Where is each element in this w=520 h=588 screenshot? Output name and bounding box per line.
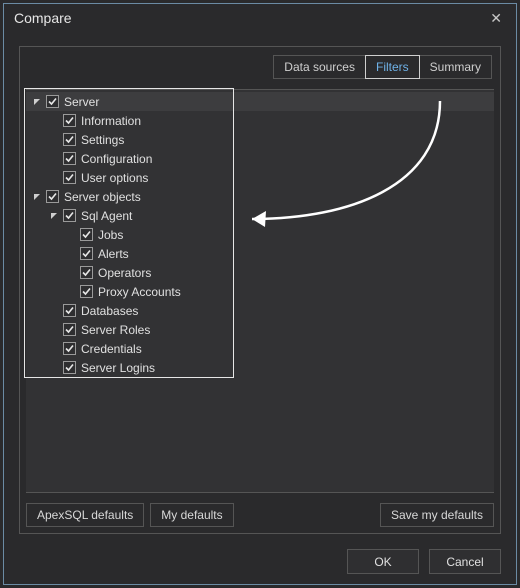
tree-expand-icon[interactable] xyxy=(32,192,42,202)
tree-item-label: Settings xyxy=(81,133,124,147)
tree-item[interactable]: Operators xyxy=(26,263,494,282)
tree-item[interactable]: Server xyxy=(26,92,494,111)
tree-checkbox[interactable] xyxy=(63,323,76,336)
tree-item[interactable]: Proxy Accounts xyxy=(26,282,494,301)
tree-item[interactable]: Sql Agent xyxy=(26,206,494,225)
tree-item[interactable]: Server objects xyxy=(26,187,494,206)
tree-item-label: Sql Agent xyxy=(81,209,132,223)
tree-toggle-spacer xyxy=(49,154,59,164)
tree-item-label: Proxy Accounts xyxy=(98,285,181,299)
tree-item[interactable]: Databases xyxy=(26,301,494,320)
tree-item-label: Configuration xyxy=(81,152,152,166)
tree-checkbox[interactable] xyxy=(80,285,93,298)
tree-item[interactable]: Information xyxy=(26,111,494,130)
tree-expand-icon[interactable] xyxy=(49,211,59,221)
titlebar: Compare ✕ xyxy=(4,4,516,32)
tree-expand-icon[interactable] xyxy=(32,97,42,107)
defaults-button-row: ApexSQL defaults My defaults Save my def… xyxy=(26,503,494,527)
tree-item-label: User options xyxy=(81,171,148,185)
tree-item-label: Databases xyxy=(81,304,138,318)
tree-checkbox[interactable] xyxy=(63,361,76,374)
tree-toggle-spacer xyxy=(66,287,76,297)
tree-checkbox[interactable] xyxy=(63,304,76,317)
tree-toggle-spacer xyxy=(66,249,76,259)
tree-toggle-spacer xyxy=(49,306,59,316)
window-title: Compare xyxy=(14,10,72,26)
close-icon[interactable]: ✕ xyxy=(484,8,508,29)
tab-strip: Data sourcesFiltersSummary xyxy=(20,47,500,85)
tree-checkbox[interactable] xyxy=(63,152,76,165)
tree-item-label: Jobs xyxy=(98,228,123,242)
tree-item[interactable]: Jobs xyxy=(26,225,494,244)
dialog-window: Compare ✕ Data sourcesFiltersSummary Ser… xyxy=(3,3,517,585)
tree-checkbox[interactable] xyxy=(63,114,76,127)
tree-checkbox[interactable] xyxy=(63,209,76,222)
tree-toggle-spacer xyxy=(49,363,59,373)
tree-item-label: Server Roles xyxy=(81,323,150,337)
tree-item[interactable]: Server Logins xyxy=(26,358,494,377)
dialog-footer: OK Cancel xyxy=(4,549,501,574)
filter-tree: Server Information Settings Configuration Us… xyxy=(26,92,494,377)
tree-toggle-spacer xyxy=(49,344,59,354)
tree-checkbox[interactable] xyxy=(63,133,76,146)
tree-item-label: Server xyxy=(64,95,99,109)
save-my-defaults-button[interactable]: Save my defaults xyxy=(380,503,494,527)
tab-filters[interactable]: Filters xyxy=(365,55,420,79)
tree-item[interactable]: Settings xyxy=(26,130,494,149)
tree-checkbox[interactable] xyxy=(63,171,76,184)
tree-item[interactable]: Server Roles xyxy=(26,320,494,339)
tab-summary[interactable]: Summary xyxy=(419,55,492,79)
tree-item-label: Server objects xyxy=(64,190,141,204)
tree-item[interactable]: Configuration xyxy=(26,149,494,168)
tree-toggle-spacer xyxy=(66,268,76,278)
tab-data-sources[interactable]: Data sources xyxy=(273,55,366,79)
tree-checkbox[interactable] xyxy=(80,228,93,241)
filter-tree-panel: Server Information Settings Configuration Us… xyxy=(26,89,494,493)
tree-item-label: Operators xyxy=(98,266,151,280)
apexsql-defaults-button[interactable]: ApexSQL defaults xyxy=(26,503,144,527)
tree-item-label: Information xyxy=(81,114,141,128)
tree-toggle-spacer xyxy=(49,135,59,145)
tree-item[interactable]: Credentials xyxy=(26,339,494,358)
cancel-button[interactable]: Cancel xyxy=(429,549,501,574)
tree-toggle-spacer xyxy=(49,116,59,126)
tree-checkbox[interactable] xyxy=(80,247,93,260)
tree-toggle-spacer xyxy=(66,230,76,240)
tree-item-label: Alerts xyxy=(98,247,129,261)
my-defaults-button[interactable]: My defaults xyxy=(150,503,233,527)
tree-item[interactable]: Alerts xyxy=(26,244,494,263)
tree-checkbox[interactable] xyxy=(46,190,59,203)
dialog-body: Data sourcesFiltersSummary Server Informa… xyxy=(19,46,501,534)
tree-checkbox[interactable] xyxy=(46,95,59,108)
tree-item[interactable]: User options xyxy=(26,168,494,187)
tree-toggle-spacer xyxy=(49,173,59,183)
tree-toggle-spacer xyxy=(49,325,59,335)
tree-checkbox[interactable] xyxy=(63,342,76,355)
tree-checkbox[interactable] xyxy=(80,266,93,279)
ok-button[interactable]: OK xyxy=(347,549,419,574)
tree-item-label: Credentials xyxy=(81,342,142,356)
tree-item-label: Server Logins xyxy=(81,361,155,375)
